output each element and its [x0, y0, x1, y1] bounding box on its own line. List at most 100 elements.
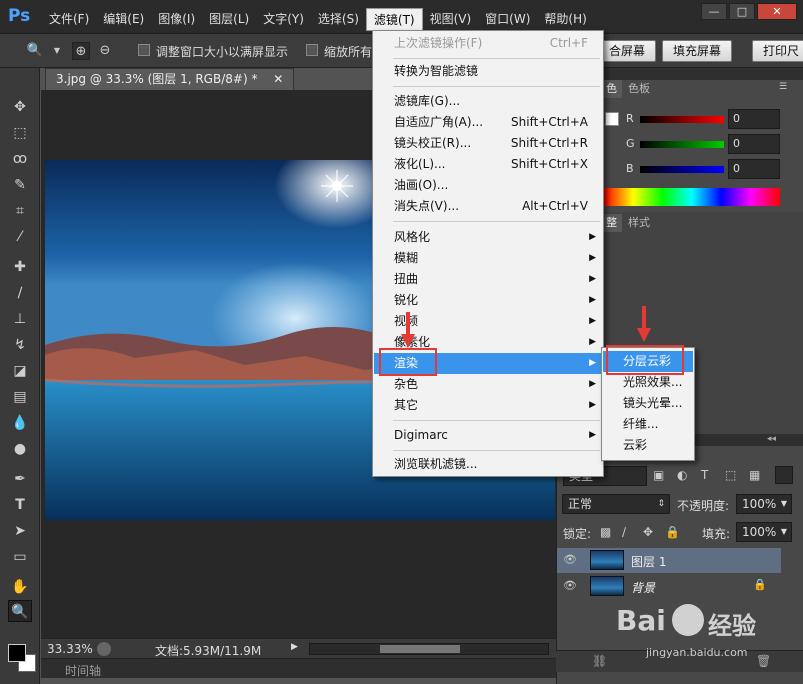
- tab-swatches[interactable]: 色板: [623, 80, 655, 98]
- filter-menu-item-sharpen[interactable]: 锐化 ▶: [374, 290, 602, 311]
- blue-channel-slider[interactable]: [640, 166, 724, 173]
- foreground-color-swatch[interactable]: [8, 644, 26, 662]
- collapse-panels-icon[interactable]: ◂◂: [767, 434, 776, 444]
- quick-select-tool-icon[interactable]: ✎: [8, 174, 32, 196]
- menu-help[interactable]: 帮助(H): [537, 8, 593, 31]
- red-channel-slider[interactable]: [640, 116, 724, 123]
- lock-all-icon[interactable]: 🔒: [665, 525, 680, 539]
- render-item-lighting-effects[interactable]: 光照效果...: [603, 372, 693, 393]
- filter-menu-item-other[interactable]: 其它 ▶: [374, 395, 602, 416]
- tab-adjustments[interactable]: 整: [601, 214, 622, 232]
- filter-menu-item-stylize[interactable]: 风格化 ▶: [374, 227, 602, 248]
- filter-menu-item-noise[interactable]: 杂色 ▶: [374, 374, 602, 395]
- dodge-tool-icon[interactable]: ●: [8, 438, 32, 460]
- green-channel-slider[interactable]: [640, 141, 724, 148]
- menu-select[interactable]: 选择(S): [311, 8, 366, 31]
- blur-tool-icon[interactable]: 💧: [8, 412, 32, 434]
- lock-transparent-icon[interactable]: ▩: [600, 525, 611, 539]
- filter-toggle[interactable]: [775, 466, 793, 484]
- healing-brush-tool-icon[interactable]: ✚: [8, 256, 32, 278]
- hand-tool-icon[interactable]: ✋: [8, 576, 32, 598]
- filter-menu-item-liquify[interactable]: 液化(L)... Shift+Ctrl+X: [374, 154, 602, 175]
- history-brush-tool-icon[interactable]: ↯: [8, 334, 32, 356]
- maximize-button[interactable]: □: [729, 3, 755, 20]
- zoom-all-checkbox[interactable]: [306, 44, 318, 56]
- zoom-tool-icon[interactable]: 🔍: [26, 42, 44, 60]
- tab-styles[interactable]: 样式: [623, 214, 655, 232]
- close-button[interactable]: ✕: [757, 3, 797, 20]
- filter-menu-item-last-filter[interactable]: 上次滤镜操作(F) Ctrl+F: [374, 33, 602, 54]
- tab-color[interactable]: 色: [601, 80, 622, 98]
- filter-smart-icon[interactable]: ▦: [749, 468, 760, 482]
- scrollbar-thumb[interactable]: [380, 645, 460, 653]
- link-layers-icon[interactable]: ⛓: [592, 654, 607, 668]
- layer-visibility-eye-icon[interactable]: 👁: [563, 553, 577, 567]
- filter-adjustment-icon[interactable]: ◐: [677, 468, 687, 482]
- menu-edit[interactable]: 编辑(E): [96, 8, 151, 31]
- green-channel-value[interactable]: 0: [728, 134, 780, 154]
- fit-window-checkbox[interactable]: [138, 44, 150, 56]
- filter-type-icon[interactable]: T: [701, 468, 708, 482]
- filter-pixel-icon[interactable]: ▣: [653, 468, 664, 482]
- eyedropper-tool-icon[interactable]: ⁄: [8, 226, 32, 248]
- shape-tool-icon[interactable]: ▭: [8, 546, 32, 568]
- opacity-input[interactable]: 100% ▼: [736, 494, 792, 514]
- horizontal-scrollbar[interactable]: [309, 643, 549, 655]
- filter-menu-item-adaptive-wide-angle[interactable]: 自适应广角(A)... Shift+Ctrl+A: [374, 112, 602, 133]
- gradient-tool-icon[interactable]: ▤: [8, 386, 32, 408]
- document-tab[interactable]: 3.jpg @ 33.3% (图层 1, RGB/8#) * ✕: [45, 68, 295, 90]
- stamp-tool-icon[interactable]: ⊥: [8, 308, 32, 330]
- filter-menu-item-digimarc[interactable]: Digimarc ▶: [374, 425, 602, 446]
- marquee-tool-icon[interactable]: ⬚: [8, 122, 32, 144]
- minimize-button[interactable]: —: [701, 3, 727, 20]
- background-visibility-eye-icon[interactable]: 👁: [563, 579, 577, 593]
- zoom-tool-selected-icon[interactable]: 🔍: [8, 600, 32, 622]
- fit-screen-button[interactable]: 合屏幕: [598, 40, 657, 62]
- menu-file[interactable]: 文件(F): [42, 8, 96, 31]
- menu-layer[interactable]: 图层(L): [202, 8, 256, 31]
- zoom-out-icon[interactable]: ⊖: [96, 42, 114, 60]
- doc-info-icon[interactable]: [97, 642, 111, 656]
- color-panel-menu-icon[interactable]: ☰: [779, 82, 787, 92]
- status-menu-arrow-icon[interactable]: ▶: [291, 642, 298, 652]
- zoom-level[interactable]: 33.33%: [47, 642, 93, 656]
- color-panel-swatch[interactable]: [605, 112, 619, 126]
- pen-tool-icon[interactable]: ✒: [8, 468, 32, 490]
- filter-menu-item-blur[interactable]: 模糊 ▶: [374, 248, 602, 269]
- render-item-clouds[interactable]: 云彩: [603, 435, 693, 456]
- render-item-lens-flare[interactable]: 镜头光晕...: [603, 393, 693, 414]
- filter-menu-item-browse-online[interactable]: 浏览联机滤镜...: [374, 454, 602, 475]
- red-channel-value[interactable]: 0: [728, 109, 780, 129]
- zoom-in-icon[interactable]: ⊕: [72, 42, 90, 60]
- menu-filter[interactable]: 滤镜(T): [365, 8, 423, 31]
- document-tab-close-icon[interactable]: ✕: [273, 72, 283, 86]
- tool-preset-chevron-icon[interactable]: ▼: [48, 42, 66, 60]
- render-item-fibers[interactable]: 纤维...: [603, 414, 693, 435]
- lasso-tool-icon[interactable]: ꝏ: [8, 148, 32, 170]
- color-spectrum-bar[interactable]: [604, 188, 780, 206]
- filter-menu-item-vanishing-point[interactable]: 消失点(V)... Alt+Ctrl+V: [374, 196, 602, 217]
- filter-menu-item-convert-smart[interactable]: 转换为智能滤镜: [374, 61, 602, 82]
- fill-screen-button[interactable]: 填充屏幕: [662, 40, 733, 62]
- blend-mode-select[interactable]: 正常 ⇕: [562, 494, 670, 514]
- path-select-tool-icon[interactable]: ➤: [8, 520, 32, 542]
- type-tool-icon[interactable]: T: [8, 494, 32, 516]
- menu-window[interactable]: 窗口(W): [478, 8, 537, 31]
- crop-tool-icon[interactable]: ⌗: [8, 200, 32, 222]
- move-tool-icon[interactable]: ✥: [8, 96, 32, 118]
- lock-position-icon[interactable]: ✥: [643, 525, 653, 539]
- filter-menu-item-distort[interactable]: 扭曲 ▶: [374, 269, 602, 290]
- filter-menu-item-oil-paint[interactable]: 油画(O)...: [374, 175, 602, 196]
- filter-menu-item-filter-gallery[interactable]: 滤镜库(G)...: [374, 91, 602, 112]
- brush-tool-icon[interactable]: ∕: [8, 282, 32, 304]
- timeline-label[interactable]: 时间轴: [65, 662, 101, 679]
- filter-shape-icon[interactable]: ⬚: [725, 468, 736, 482]
- blue-channel-value[interactable]: 0: [728, 159, 780, 179]
- menu-view[interactable]: 视图(V): [423, 8, 479, 31]
- print-size-button[interactable]: 打印尺: [752, 40, 803, 62]
- menu-type[interactable]: 文字(Y): [256, 8, 311, 31]
- filter-menu-item-lens-correction[interactable]: 镜头校正(R)... Shift+Ctrl+R: [374, 133, 602, 154]
- eraser-tool-icon[interactable]: ◪: [8, 360, 32, 382]
- lock-pixels-icon[interactable]: ∕: [622, 525, 626, 539]
- layer-row-layer1[interactable]: 👁 图层 1: [557, 548, 781, 573]
